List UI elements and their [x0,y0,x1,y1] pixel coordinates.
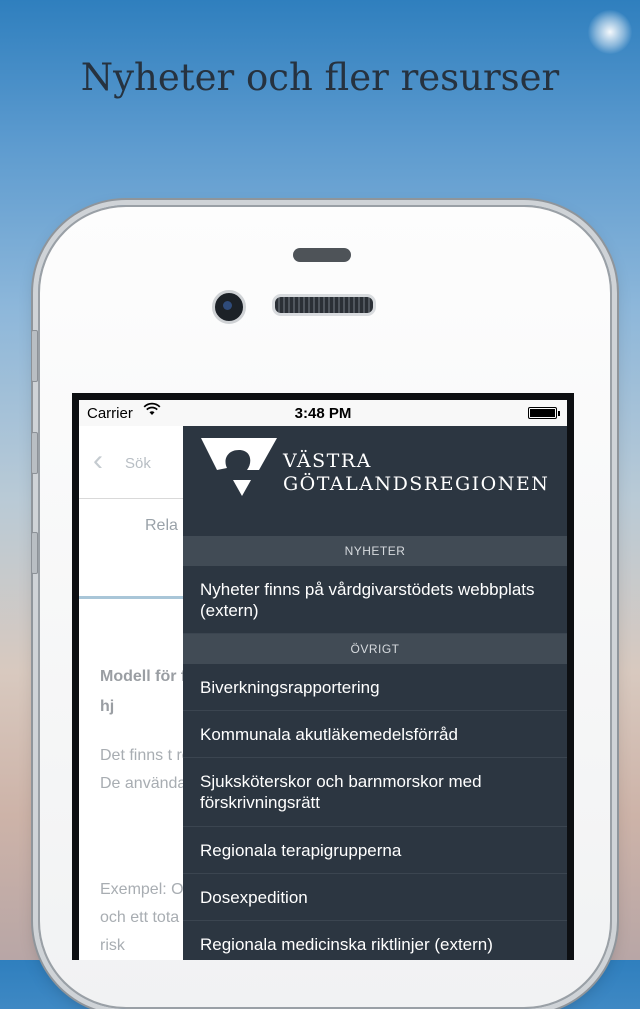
vgr-logo-icon [201,438,277,496]
menu-item-akutlakemedelsforrad[interactable]: Kommunala akutläkemedelsförråd [183,711,567,758]
volume-down-button [31,532,38,574]
section-header-ovrigt: ÖVRIGT [183,634,567,664]
status-bar: Carrier 3:48 PM [79,400,567,426]
menu-item-nyheter-webbplats[interactable]: Nyheter finns på vårdgivarstödets webbpl… [183,566,567,634]
menu-item-riktlinjer[interactable]: Regionala medicinska riktlinjer (extern) [183,921,567,960]
menu-item-label: Kommunala akutläkemedelsförråd [200,725,458,744]
back-chevron-icon[interactable]: ‹ [93,446,103,476]
menu-item-label: Sjuksköterskor och barnmorskor med försk… [200,772,482,812]
front-camera [212,290,246,324]
menu-item-label: Regionala medicinska riktlinjer (extern) [200,935,493,954]
mute-switch [31,330,38,382]
wordmark-line-1: VÄSTRA [283,450,372,472]
status-time: 3:48 PM [294,405,352,422]
menu-item-label: Nyheter finns på vårdgivarstödets webbpl… [200,580,535,620]
back-button[interactable]: Sök [125,455,151,472]
vgr-wordmark: VÄSTRA GÖTALANDSREGIONEN [283,450,549,496]
menu-item-dosexpedition[interactable]: Dosexpedition [183,874,567,921]
menu-item-terapigrupperna[interactable]: Regionala terapigrupperna [183,827,567,874]
menu-item-label: Biverkningsrapportering [200,678,380,697]
tab-related[interactable]: Rela [145,517,178,535]
earpiece-speaker [272,294,376,316]
side-menu-drawer: VÄSTRA GÖTALANDSREGIONEN NYHETER Nyheter… [183,426,567,960]
volume-up-button [31,432,38,474]
proximity-sensor [293,248,351,262]
section-header-nyheter: NYHETER [183,536,567,566]
menu-item-label: Regionala terapigrupperna [200,841,402,860]
menu-item-forskrivningsratt[interactable]: Sjuksköterskor och barnmorskor med försk… [183,758,567,827]
menu-item-biverkningsrapportering[interactable]: Biverkningsrapportering [183,664,567,711]
app-viewport: Carrier 3:48 PM ‹ Sök Rela Modell för fö… [79,400,567,960]
battery-icon [528,407,560,419]
headline: Nyheter och fler resurser [80,56,560,99]
sun-glare [588,10,632,54]
wordmark-line-2: GÖTALANDSREGIONEN [283,473,550,495]
menu-item-label: Dosexpedition [200,888,308,907]
